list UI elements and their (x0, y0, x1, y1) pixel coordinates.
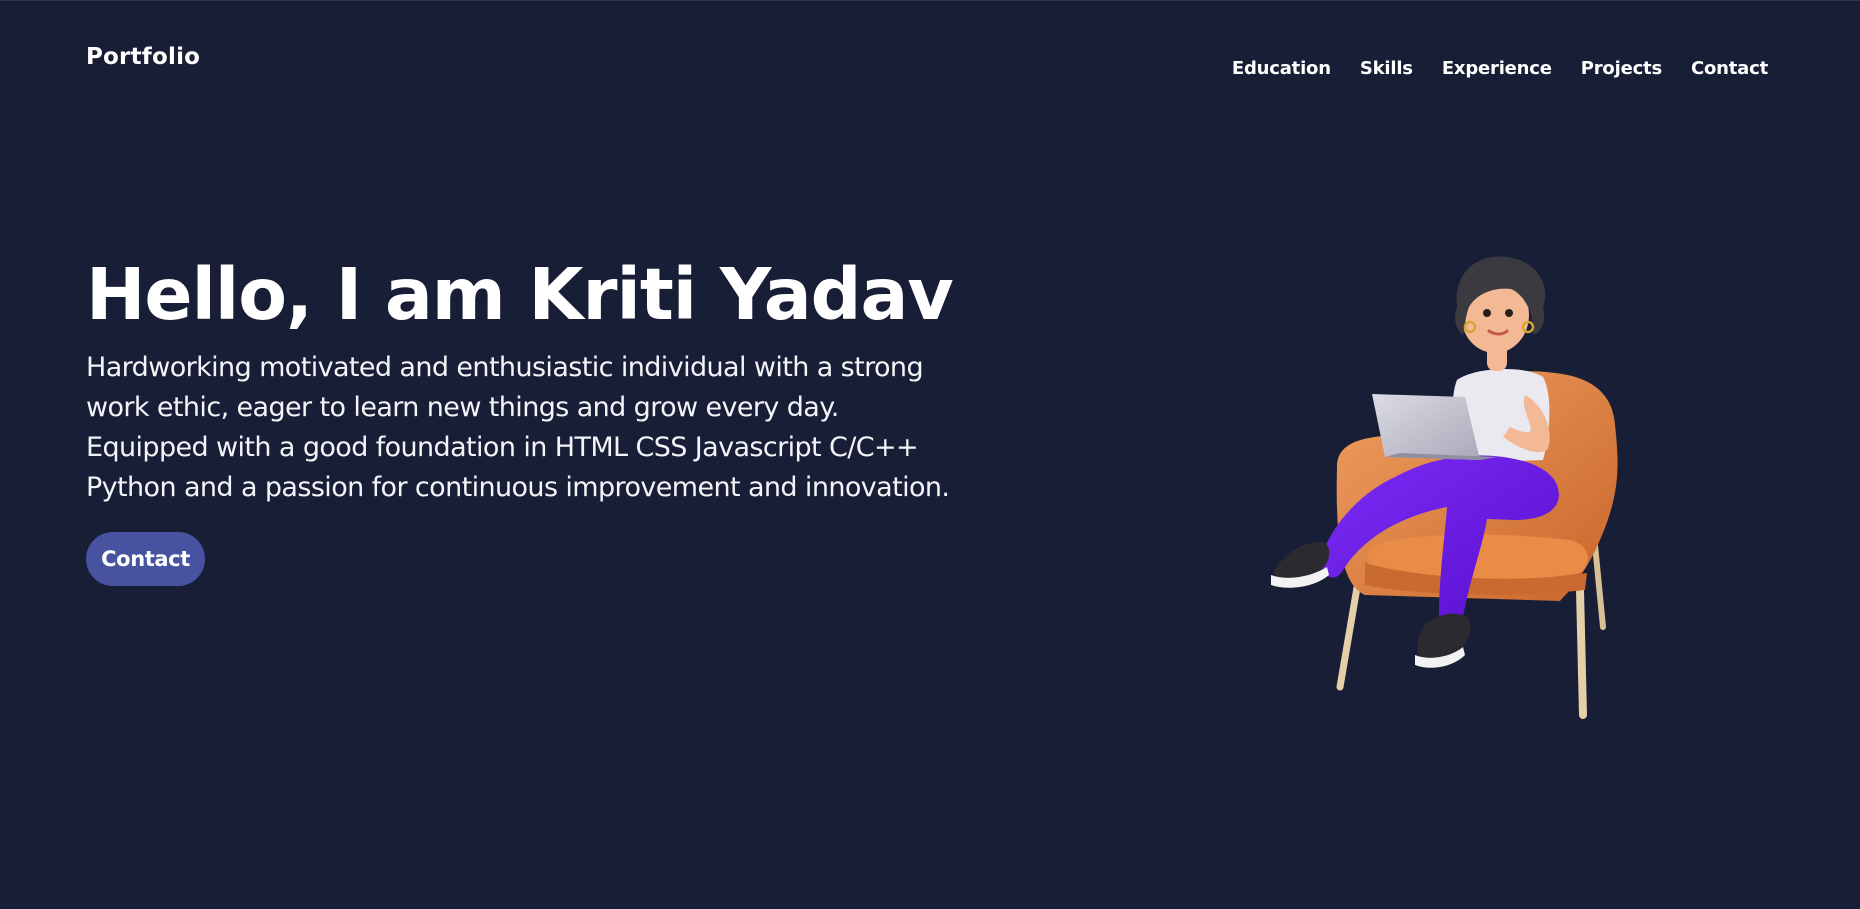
left-shoe (1271, 542, 1330, 588)
nav-education[interactable]: Education (1232, 58, 1331, 79)
woman-with-laptop-illustration (1271, 256, 1618, 719)
head (1455, 256, 1546, 353)
hero-description-line: Python and a passion for continuous impr… (86, 472, 950, 503)
hero-description-line: Equipped with a good foundation in HTML … (86, 432, 919, 463)
nav-contact[interactable]: Contact (1691, 58, 1768, 79)
hero-title: Hello, I am Kriti Yadav (86, 253, 954, 336)
hero-description: Hardworking motivated and enthusiastic i… (86, 348, 966, 508)
top-border (0, 0, 1860, 1)
hero-description-line: Hardworking motivated and enthusiastic i… (86, 352, 924, 383)
main-nav: Education Skills Experience Projects Con… (1232, 58, 1768, 79)
contact-button[interactable]: Contact (86, 532, 205, 586)
hero-description-line: work ethic, eager to learn new things an… (86, 392, 839, 423)
brand-logo[interactable]: Portfolio (86, 44, 200, 70)
nav-projects[interactable]: Projects (1581, 58, 1662, 79)
nav-experience[interactable]: Experience (1442, 58, 1552, 79)
right-shoe (1415, 613, 1471, 668)
nav-skills[interactable]: Skills (1360, 58, 1413, 79)
